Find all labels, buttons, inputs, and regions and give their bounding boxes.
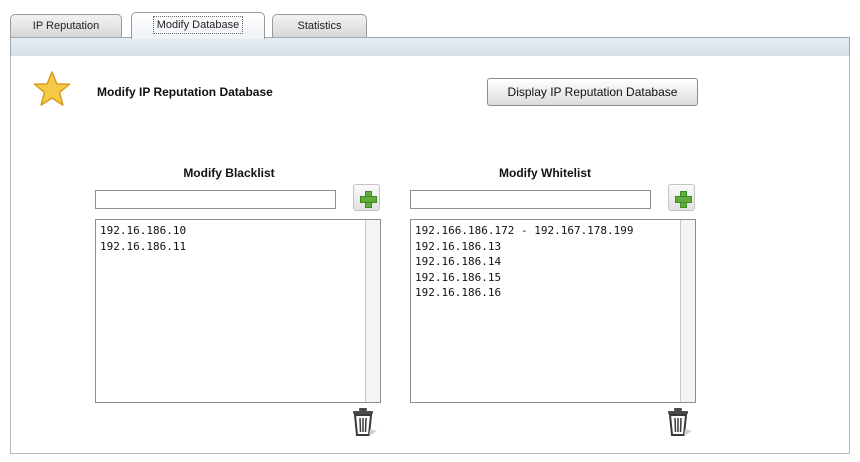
add-whitelist-button[interactable] (668, 184, 695, 211)
modify-database-panel: Modify IP Reputation Database Display IP… (10, 56, 850, 454)
blacklist-listbox[interactable]: 192.16.186.10 192.16.186.11 (95, 219, 381, 403)
blacklist-title: Modify Blacklist (183, 166, 275, 180)
blacklist-items: 192.16.186.10 192.16.186.11 (100, 223, 362, 254)
list-item[interactable]: 192.16.186.13 (415, 239, 677, 255)
whitelist-items: 192.166.186.172 - 192.167.178.199 192.16… (415, 223, 677, 301)
tab-label: Modify Database (152, 16, 244, 34)
scrollbar[interactable] (680, 220, 695, 402)
page-title: Modify IP Reputation Database (97, 85, 273, 99)
list-item[interactable]: 192.16.186.14 (415, 254, 677, 270)
display-ip-reputation-database-button[interactable]: Display IP Reputation Database (487, 78, 698, 106)
tab-label: Statistics (297, 20, 342, 32)
tab-modify-database[interactable]: Modify Database (131, 12, 265, 39)
star-icon (33, 71, 71, 106)
add-blacklist-button[interactable] (353, 184, 380, 211)
tab-label: IP Reputation (32, 20, 100, 32)
list-item[interactable]: 192.16.186.11 (100, 239, 362, 255)
blacklist-ip-input[interactable] (95, 190, 336, 209)
tab-bar: IP Reputation Modify Database Statistics (10, 10, 850, 39)
tab-ip-reputation[interactable]: IP Reputation (10, 14, 122, 38)
whitelist-listbox[interactable]: 192.166.186.172 - 192.167.178.199 192.16… (410, 219, 696, 403)
whitelist-title: Modify Whitelist (499, 166, 591, 180)
list-item[interactable]: 192.16.186.15 (415, 270, 677, 286)
tab-content-header-band (10, 37, 850, 57)
list-item[interactable]: 192.166.186.172 - 192.167.178.199 (415, 223, 677, 239)
tab-statistics[interactable]: Statistics (272, 14, 367, 38)
list-item[interactable]: 192.16.186.10 (100, 223, 362, 239)
trash-icon[interactable] (662, 405, 694, 439)
trash-icon[interactable] (347, 405, 379, 439)
list-item[interactable]: 192.16.186.16 (415, 285, 677, 301)
scrollbar[interactable] (365, 220, 380, 402)
whitelist-ip-input[interactable] (410, 190, 651, 209)
